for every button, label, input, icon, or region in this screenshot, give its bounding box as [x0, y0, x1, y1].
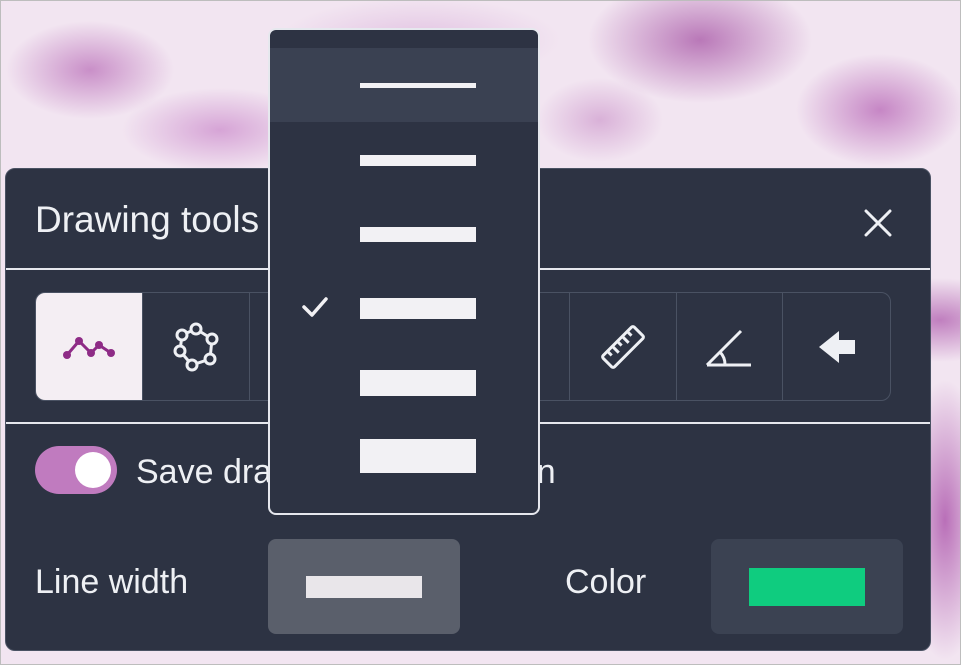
- color-label: Color: [565, 563, 647, 601]
- color-swatch: [749, 567, 865, 606]
- line-width-option-1[interactable]: [270, 48, 538, 122]
- freehand-line-tool[interactable]: [36, 293, 143, 400]
- line-width-dropdown-menu: [268, 28, 540, 515]
- ruler-tool[interactable]: [570, 293, 677, 400]
- toggle-knob: [75, 452, 111, 488]
- arrow-tool[interactable]: [783, 293, 890, 400]
- close-icon: [864, 209, 892, 237]
- checkmark-icon: [302, 297, 328, 317]
- line-width-preview: [360, 227, 476, 242]
- line-width-option-3[interactable]: [270, 196, 538, 270]
- arrow-left-icon: [818, 330, 855, 363]
- line-width-preview: [360, 370, 476, 396]
- line-width-option-6[interactable]: [270, 418, 538, 492]
- line-width-option-2[interactable]: [270, 122, 538, 196]
- line-width-label: Line width: [35, 563, 189, 601]
- color-picker-button[interactable]: [711, 539, 903, 634]
- polyline-icon: [62, 336, 115, 359]
- line-width-preview: [360, 439, 476, 473]
- save-as-annotation-toggle[interactable]: [35, 446, 117, 494]
- line-width-option-5[interactable]: [270, 344, 538, 418]
- angle-icon: [706, 329, 752, 366]
- panel-title: Drawing tools: [35, 199, 260, 240]
- line-width-option-4[interactable]: [270, 270, 538, 344]
- polygon-tool[interactable]: [143, 293, 250, 400]
- ruler-icon: [600, 324, 645, 369]
- line-width-preview: [360, 83, 476, 88]
- line-width-dropdown-button[interactable]: [268, 539, 460, 634]
- line-width-sample: [306, 575, 422, 598]
- line-width-preview: [360, 155, 476, 166]
- line-width-preview: [360, 298, 476, 319]
- angle-tool[interactable]: [677, 293, 784, 400]
- close-button[interactable]: [856, 201, 900, 245]
- polygon-icon: [173, 322, 219, 371]
